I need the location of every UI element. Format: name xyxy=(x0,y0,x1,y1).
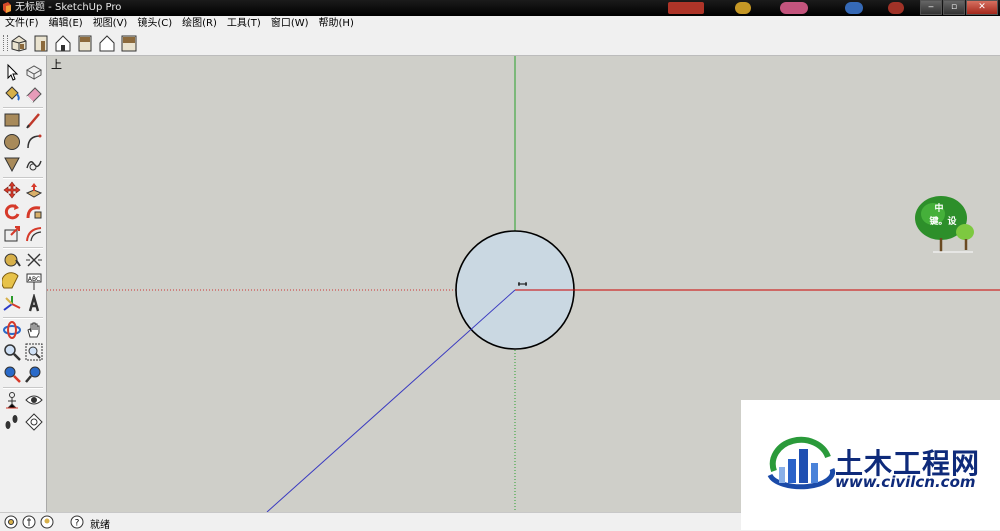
help-icon[interactable]: ? xyxy=(70,515,84,529)
tool-palette: ABC xyxy=(0,56,47,512)
sketchup-logo-icon xyxy=(3,2,11,13)
status-text: 就绪 xyxy=(90,520,110,531)
section-plane-icon[interactable] xyxy=(24,412,44,432)
menu-draw[interactable]: 绘图(R) xyxy=(177,16,222,31)
tree-logo-text-2: 键。设 xyxy=(928,215,957,227)
push-pull-icon[interactable] xyxy=(24,180,44,200)
circle-icon[interactable] xyxy=(2,132,22,152)
back-view-icon[interactable] xyxy=(75,33,95,53)
select-icon[interactable] xyxy=(2,62,22,82)
taskbar-deco xyxy=(780,2,808,14)
credits-icon[interactable] xyxy=(22,515,36,529)
walk-icon[interactable] xyxy=(2,412,22,432)
svg-text:ABC: ABC xyxy=(28,276,40,283)
title-bar: 无标题 - SketchUp Pro ‒ ▫ ✕ xyxy=(0,0,1000,16)
freehand-icon[interactable] xyxy=(24,154,44,174)
house-view-icon[interactable] xyxy=(53,33,73,53)
dimension-icon[interactable] xyxy=(24,250,44,270)
text-icon[interactable]: ABC xyxy=(24,272,44,292)
geo-location-icon[interactable] xyxy=(4,515,18,529)
paint-bucket-icon[interactable] xyxy=(2,84,22,104)
svg-text:?: ? xyxy=(75,519,80,529)
iso-view-icon[interactable] xyxy=(9,33,29,53)
polygon-icon[interactable] xyxy=(2,154,22,174)
taskbar-deco xyxy=(845,2,863,14)
taskbar-deco xyxy=(735,2,751,14)
move-icon[interactable] xyxy=(2,180,22,200)
view-label: 上 xyxy=(51,58,62,71)
menu-edit[interactable]: 编辑(E) xyxy=(44,16,88,31)
tree-logo-text-1: 中 xyxy=(934,202,943,214)
protractor-icon[interactable] xyxy=(2,272,22,292)
watermark: 土木工程网 www.civilcn.com xyxy=(741,400,1000,530)
window-title: 无标题 - SketchUp Pro xyxy=(15,2,122,13)
eraser-icon[interactable] xyxy=(24,84,44,104)
look-around-icon[interactable] xyxy=(24,390,44,410)
make-component-icon[interactable] xyxy=(24,62,44,82)
maximize-button[interactable]: ▫ xyxy=(943,0,965,15)
tree-logo: 中 键。设 xyxy=(915,196,974,253)
minimize-button[interactable]: ‒ xyxy=(920,0,942,15)
menu-file[interactable]: 文件(F) xyxy=(0,16,44,31)
separator xyxy=(3,247,43,249)
top-view-icon[interactable] xyxy=(119,33,139,53)
menu-bar: 文件(F) 编辑(E) 视图(V) 镜头(C) 绘图(R) 工具(T) 窗口(W… xyxy=(0,16,1000,32)
zoom-window-icon[interactable] xyxy=(24,342,44,362)
axes-icon[interactable] xyxy=(2,294,22,314)
user-icon[interactable] xyxy=(40,515,54,529)
taskbar-deco xyxy=(888,2,904,14)
3d-text-icon[interactable] xyxy=(24,294,44,314)
menu-tools[interactable]: 工具(T) xyxy=(222,16,266,31)
menu-view[interactable]: 视图(V) xyxy=(88,16,133,31)
separator xyxy=(3,387,43,389)
zoom-icon[interactable] xyxy=(2,342,22,362)
offset-icon[interactable] xyxy=(24,224,44,244)
position-camera-icon[interactable] xyxy=(2,390,22,410)
separator xyxy=(3,317,43,319)
close-button[interactable]: ✕ xyxy=(966,0,998,15)
civilcn-logo-icon xyxy=(767,436,836,490)
follow-me-icon[interactable] xyxy=(24,202,44,222)
tape-measure-icon[interactable] xyxy=(2,250,22,270)
rotate-icon[interactable] xyxy=(2,202,22,222)
separator xyxy=(3,177,43,179)
arc-icon[interactable] xyxy=(24,132,44,152)
scale-icon[interactable] xyxy=(2,224,22,244)
watermark-url: www.civilcn.com xyxy=(835,473,976,491)
menu-help[interactable]: 帮助(H) xyxy=(314,16,359,31)
side-view-icon[interactable] xyxy=(97,33,117,53)
menu-window[interactable]: 窗口(W) xyxy=(266,16,314,31)
front-view-icon[interactable] xyxy=(31,33,51,53)
rectangle-icon[interactable] xyxy=(2,110,22,130)
previous-view-icon[interactable] xyxy=(24,364,44,384)
blue-axis xyxy=(266,289,516,512)
separator xyxy=(3,107,43,109)
pan-icon[interactable] xyxy=(24,320,44,340)
window-controls: ‒ ▫ ✕ xyxy=(919,0,998,15)
toolbar-grip[interactable] xyxy=(3,35,8,51)
views-toolbar xyxy=(0,31,1000,56)
taskbar-deco xyxy=(668,2,704,14)
orbit-icon[interactable] xyxy=(2,320,22,340)
menu-camera[interactable]: 镜头(C) xyxy=(132,16,177,31)
zoom-extents-icon[interactable] xyxy=(2,364,22,384)
line-icon[interactable] xyxy=(24,110,44,130)
